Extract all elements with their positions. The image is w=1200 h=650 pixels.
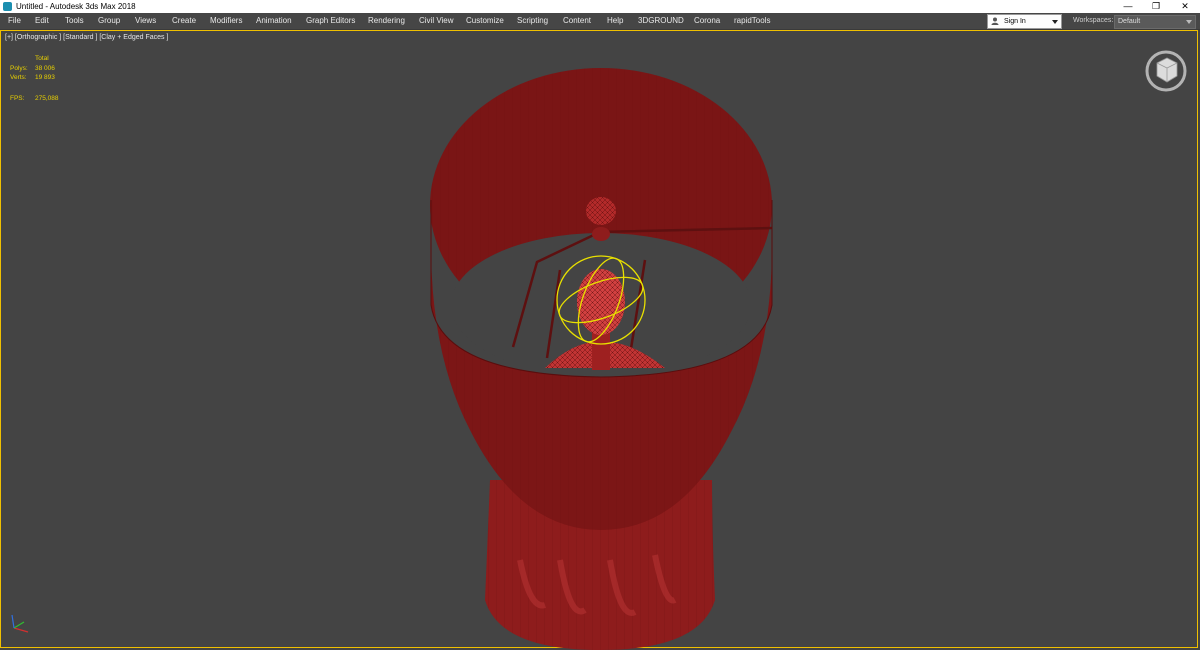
viewcube-icon[interactable] xyxy=(1143,48,1189,94)
lamp-shade[interactable] xyxy=(430,68,773,530)
scene-canvas xyxy=(430,68,773,650)
axis-tripod-icon xyxy=(11,614,29,633)
